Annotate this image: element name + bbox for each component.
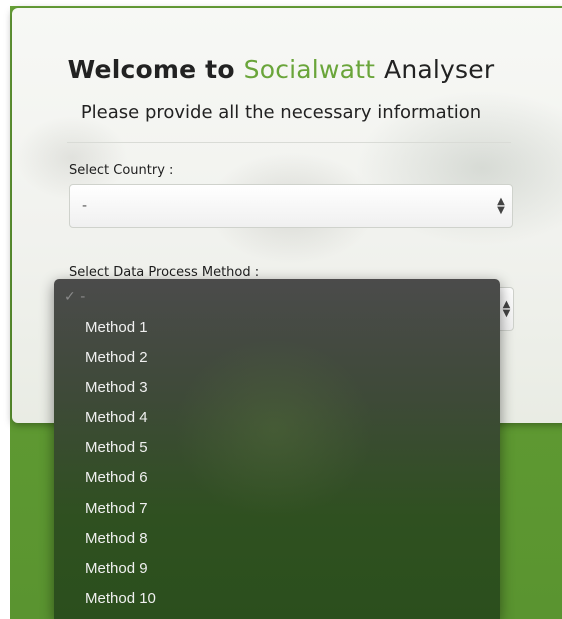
- page-title: Welcome to Socialwatt Analyser: [0, 55, 562, 84]
- method-dropdown-menu[interactable]: ✓ - Method 1 Method 2 Method 3 Method 4 …: [54, 279, 500, 619]
- dropdown-option[interactable]: Method 8: [85, 530, 148, 547]
- divider: [67, 142, 511, 143]
- dropdown-option[interactable]: Method 6: [85, 469, 148, 486]
- selected-option-label: -: [80, 289, 86, 305]
- method-label: Select Data Process Method :: [69, 265, 260, 280]
- updown-arrows-icon: ▲ ▼: [502, 299, 511, 319]
- left-edge: [0, 0, 10, 619]
- dropdown-option-selected[interactable]: ✓ -: [64, 289, 85, 305]
- updown-arrows-icon: ▲ ▼: [497, 196, 505, 216]
- country-select[interactable]: - ▲ ▼: [69, 184, 513, 228]
- dropdown-option[interactable]: Method 7: [85, 500, 148, 517]
- title-prefix: Welcome to: [67, 55, 235, 84]
- brand-name: Socialwatt: [243, 55, 376, 84]
- dropdown-option[interactable]: Method 2: [85, 349, 148, 366]
- method-select-arrow[interactable]: ▲ ▼: [500, 287, 514, 331]
- top-edge: [0, 0, 562, 6]
- dropdown-glow: [174, 339, 374, 519]
- country-select-value: -: [82, 198, 88, 214]
- dropdown-option[interactable]: Method 5: [85, 439, 148, 456]
- page-subtitle: Please provide all the necessary informa…: [80, 102, 482, 123]
- dropdown-option[interactable]: Method 4: [85, 409, 148, 426]
- check-icon: ✓: [64, 289, 76, 305]
- dropdown-option[interactable]: Method 9: [85, 560, 148, 577]
- dropdown-option[interactable]: Method 3: [85, 379, 148, 396]
- dropdown-option[interactable]: Method 1: [85, 319, 148, 336]
- title-suffix: Analyser: [384, 55, 495, 84]
- country-label: Select Country :: [69, 163, 174, 178]
- dropdown-option[interactable]: Method 10: [85, 590, 156, 607]
